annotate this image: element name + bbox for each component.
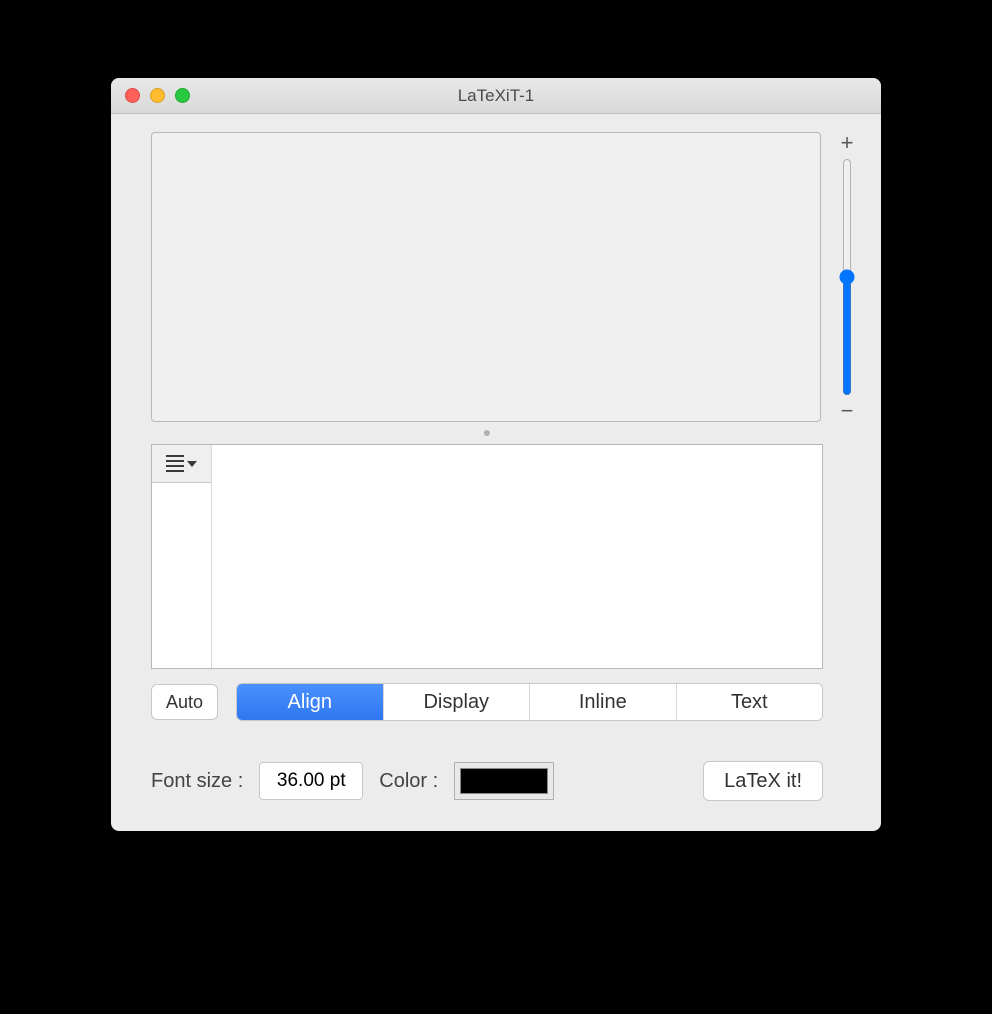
zoom-slider-column: + − <box>831 132 863 422</box>
auto-button[interactable]: Auto <box>151 684 218 720</box>
tab-text[interactable]: Text <box>677 684 823 720</box>
fullscreen-icon[interactable] <box>175 88 190 103</box>
color-well[interactable] <box>454 762 554 800</box>
chevron-down-icon <box>187 461 197 467</box>
zoom-out-icon[interactable]: − <box>841 400 854 422</box>
window-title: LaTeXiT-1 <box>111 86 881 106</box>
latex-it-button[interactable]: LaTeX it! <box>703 761 823 801</box>
app-window: LaTeXiT-1 + − ● <box>111 78 881 831</box>
zoom-in-icon[interactable]: + <box>841 132 854 154</box>
split-handle-icon[interactable]: ● <box>151 424 863 440</box>
preview-row: + − <box>151 132 863 422</box>
latex-input[interactable] <box>212 445 822 668</box>
color-label: Color : <box>379 770 438 793</box>
color-swatch <box>460 768 548 794</box>
preview-canvas[interactable] <box>151 132 821 422</box>
editor-gutter <box>152 445 212 668</box>
mode-segmented-control: Align Display Inline Text <box>236 683 823 721</box>
font-size-label: Font size : <box>151 770 243 793</box>
close-icon[interactable] <box>125 88 140 103</box>
bottom-row: Font size : Color : LaTeX it! <box>151 761 823 801</box>
tab-inline[interactable]: Inline <box>530 684 677 720</box>
templates-menu-button[interactable] <box>152 445 211 483</box>
menu-icon <box>166 455 184 472</box>
window-content: + − ● Auto <box>111 114 881 831</box>
editor-row <box>151 444 823 669</box>
tab-align[interactable]: Align <box>237 684 384 720</box>
minimize-icon[interactable] <box>150 88 165 103</box>
traffic-lights <box>111 88 190 103</box>
tab-display[interactable]: Display <box>384 684 531 720</box>
mode-row: Auto Align Display Inline Text <box>151 683 823 721</box>
zoom-slider[interactable] <box>837 158 857 396</box>
titlebar: LaTeXiT-1 <box>111 78 881 114</box>
editor-area <box>151 444 823 669</box>
font-size-field[interactable] <box>259 762 363 800</box>
